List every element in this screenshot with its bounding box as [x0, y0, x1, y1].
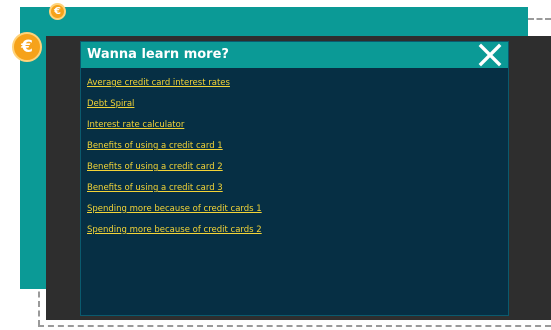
list-item: Interest rate calculator — [87, 112, 262, 133]
list-item: Spending more because of credit cards 1 — [87, 196, 262, 217]
list-item: Benefits of using a credit card 3 — [87, 175, 262, 196]
link-benefits-2[interactable]: Benefits of using a credit card 2 — [87, 162, 223, 172]
list-item: Benefits of using a credit card 1 — [87, 133, 262, 154]
link-average-interest-rates[interactable]: Average credit card interest rates — [87, 78, 230, 88]
coin-icon[interactable]: € — [12, 32, 42, 62]
link-interest-rate-calculator[interactable]: Interest rate calculator — [87, 120, 184, 130]
close-button[interactable] — [478, 43, 502, 67]
dashed-guide-bottom — [38, 325, 551, 327]
learn-more-modal: Wanna learn more? Average credit card in… — [80, 41, 509, 316]
list-item: Average credit card interest rates — [87, 70, 262, 91]
modal-header: Wanna learn more? — [81, 42, 508, 68]
list-item: Benefits of using a credit card 2 — [87, 154, 262, 175]
link-debt-spiral[interactable]: Debt Spiral — [87, 99, 134, 109]
link-benefits-1[interactable]: Benefits of using a credit card 1 — [87, 141, 223, 151]
dashed-guide-top — [528, 18, 551, 20]
resource-link-list: Average credit card interest rates Debt … — [87, 70, 262, 238]
close-x-icon — [478, 43, 502, 67]
link-spending-more-2[interactable]: Spending more because of credit cards 2 — [87, 225, 262, 235]
link-benefits-3[interactable]: Benefits of using a credit card 3 — [87, 183, 223, 193]
modal-title: Wanna learn more? — [87, 47, 229, 62]
list-item: Debt Spiral — [87, 91, 262, 112]
coin-icon-small: € — [49, 3, 66, 20]
list-item: Spending more because of credit cards 2 — [87, 217, 262, 238]
link-spending-more-1[interactable]: Spending more because of credit cards 1 — [87, 204, 262, 214]
